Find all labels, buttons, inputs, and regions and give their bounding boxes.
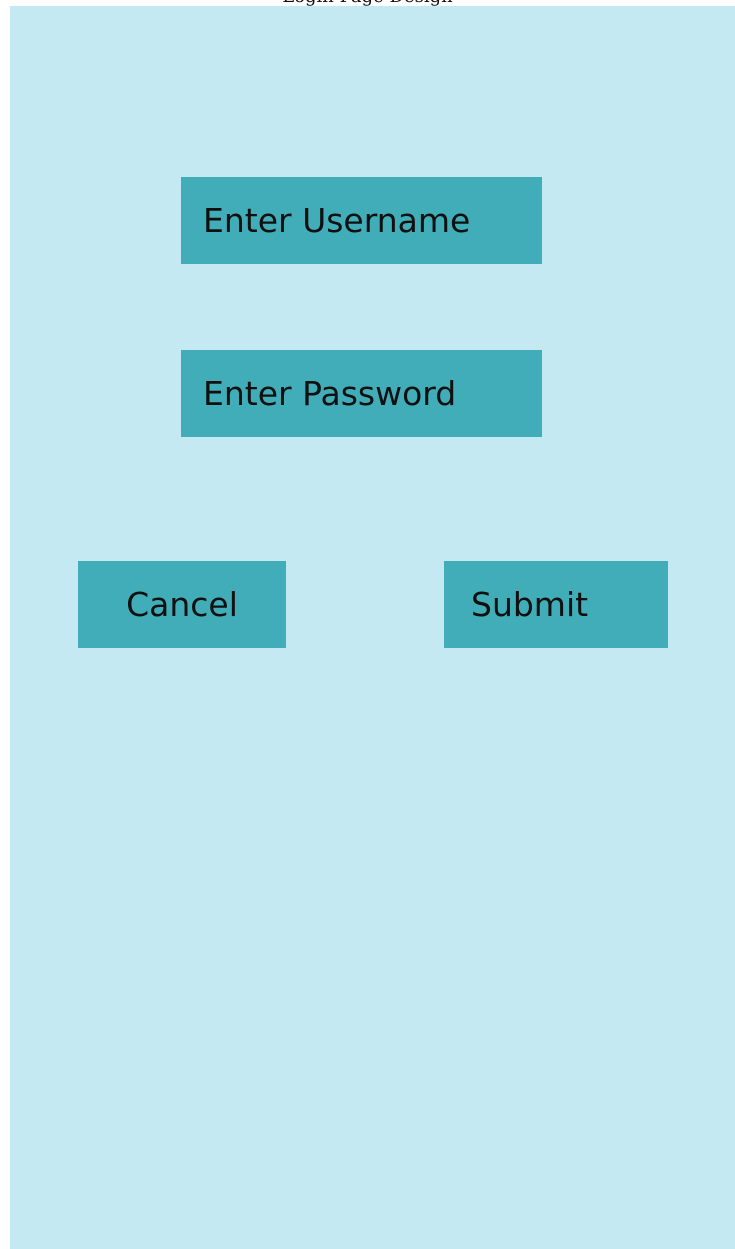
login-screen: Enter Username Enter Password Cancel Sub…: [10, 6, 735, 1249]
username-input[interactable]: Enter Username: [181, 177, 542, 264]
password-input[interactable]: Enter Password: [181, 350, 542, 437]
submit-button[interactable]: Submit: [444, 561, 668, 648]
cancel-button[interactable]: Cancel: [78, 561, 286, 648]
